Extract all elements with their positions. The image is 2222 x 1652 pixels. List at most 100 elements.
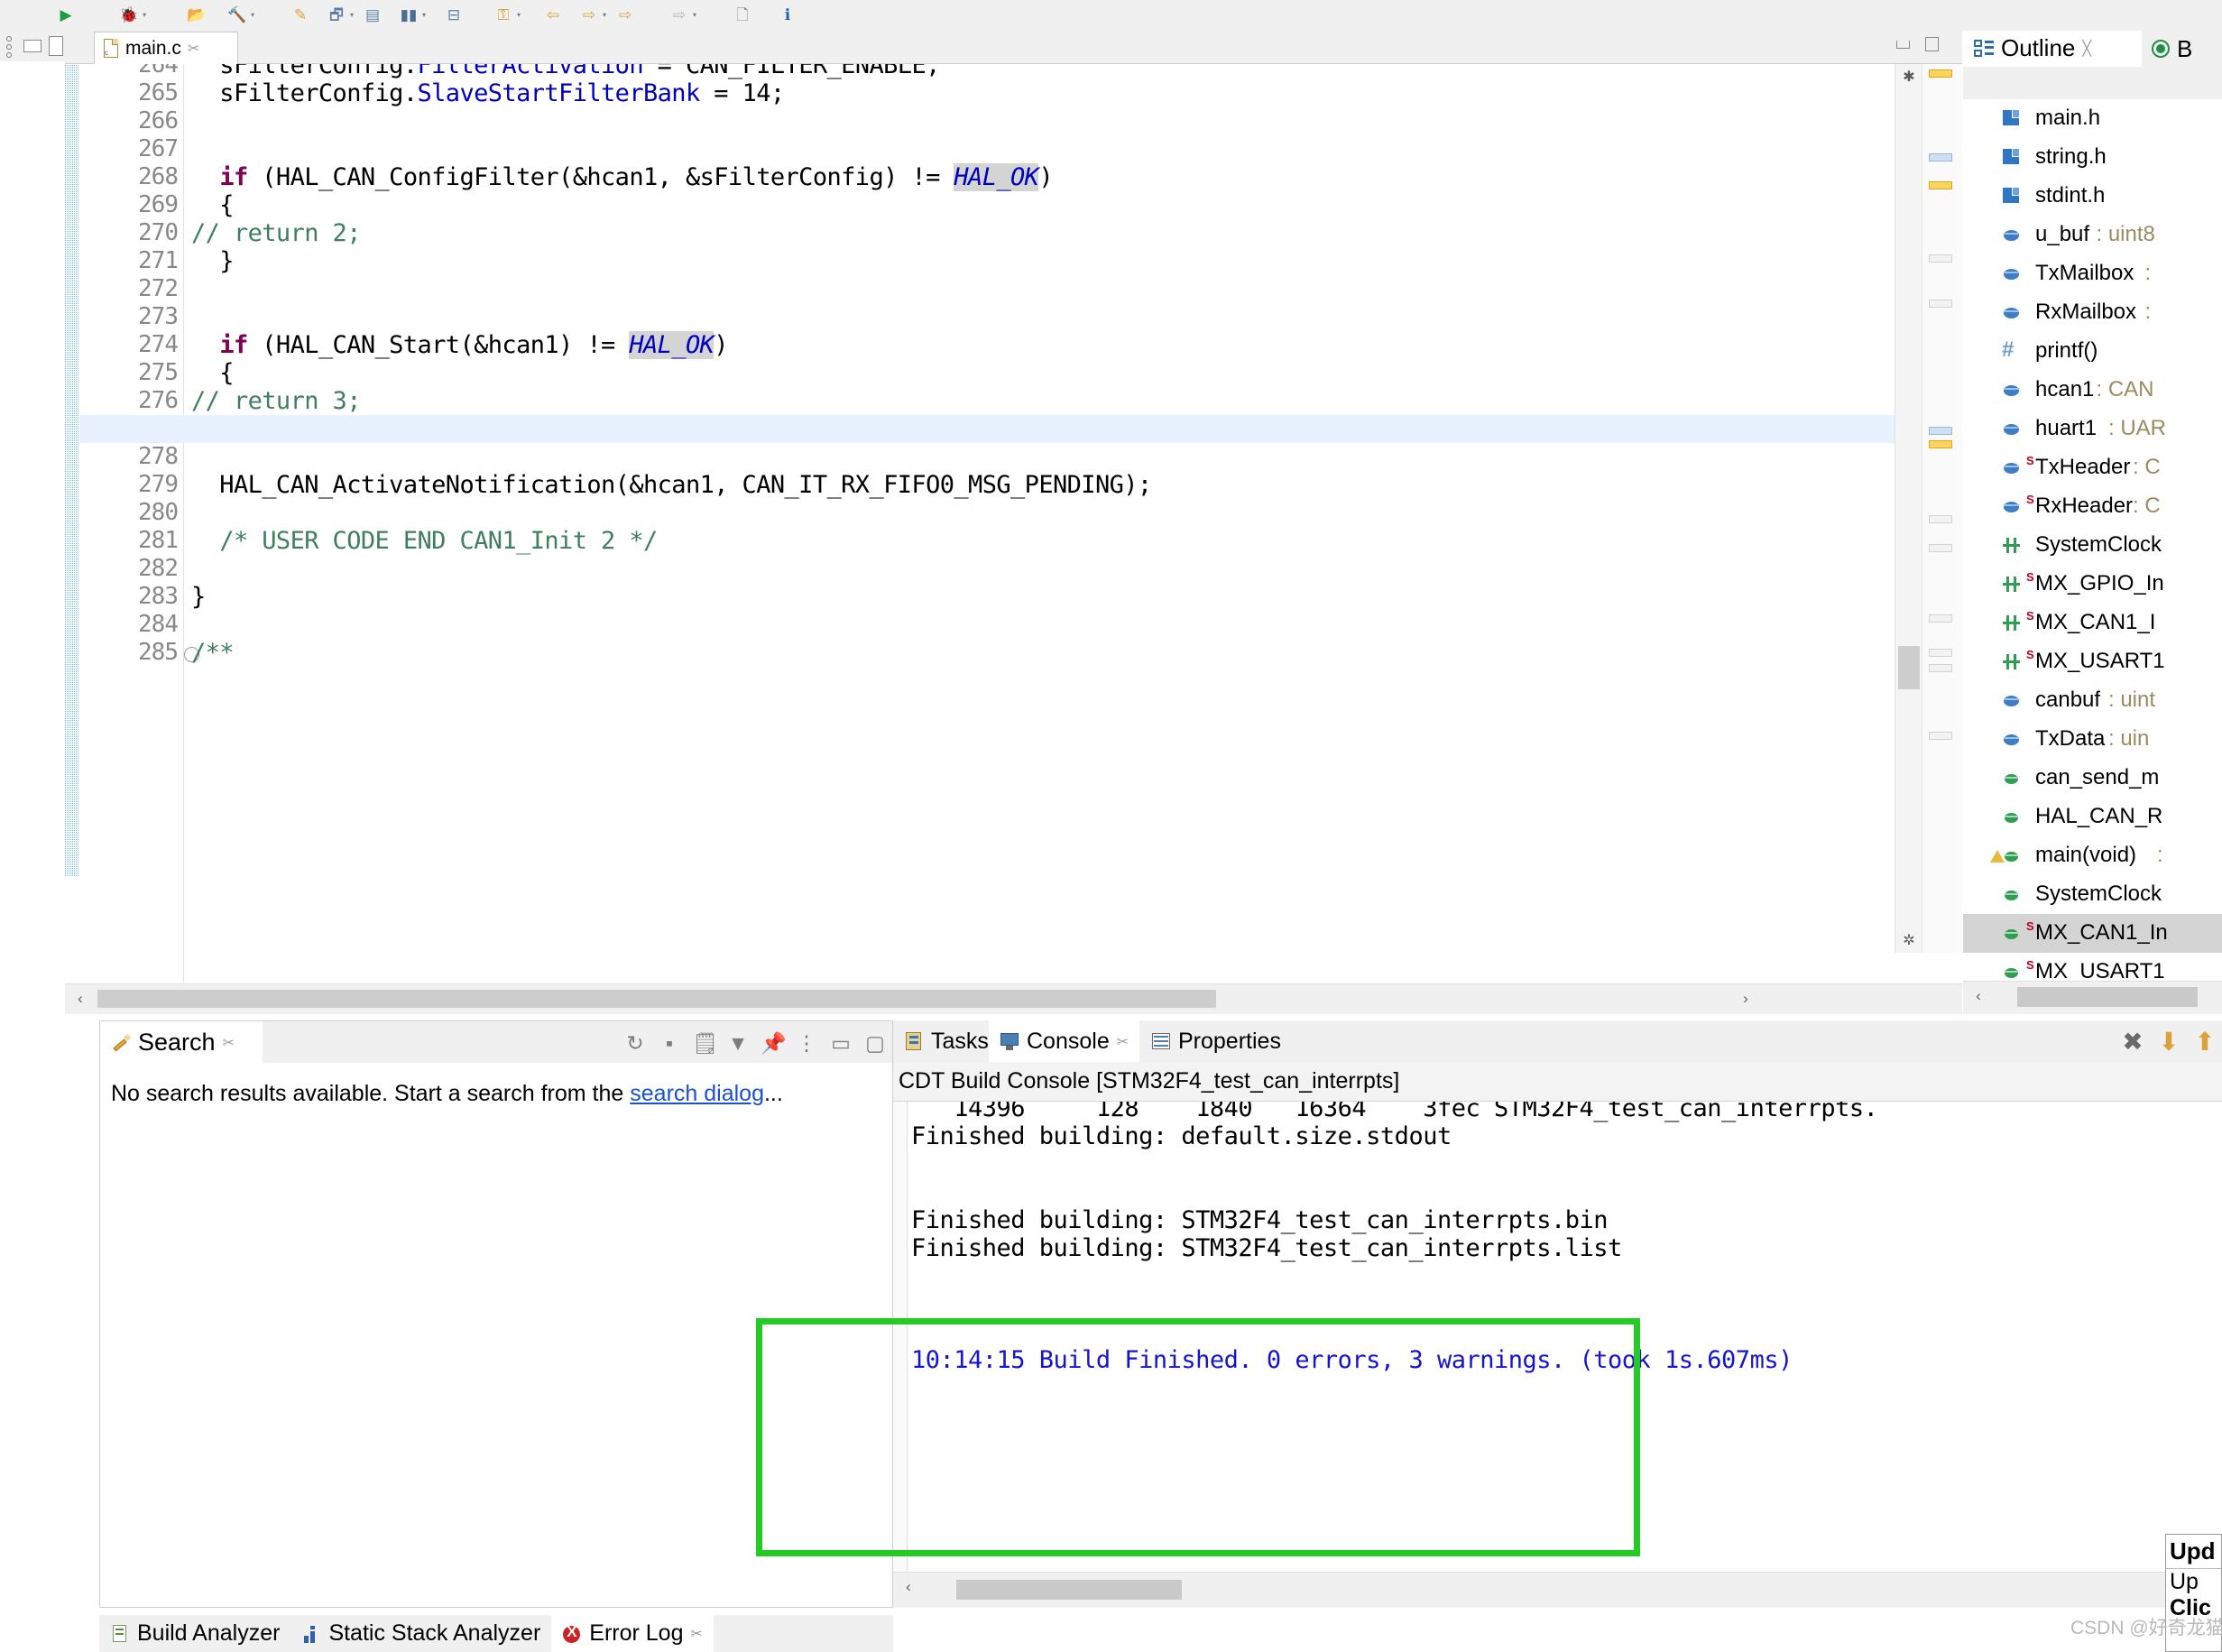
code-line[interactable]: // return 3;	[191, 387, 361, 415]
outline-item[interactable]: SystemClock	[1963, 875, 2222, 914]
scroll-lock-up-icon[interactable]: ⬆	[2191, 1027, 2218, 1057]
editor-overview-ruler[interactable]	[1922, 64, 1962, 953]
open-folder-icon[interactable]: 📂	[185, 2, 208, 27]
code-text[interactable]: sFilterConfig.FilterActivation = CAN_FIL…	[191, 64, 1959, 984]
outline-item[interactable]: TxMailbox :	[1963, 254, 2222, 293]
code-viewport[interactable]: 264 265 266 267 268 269 270 271 272 273 274 275 276 2…	[65, 64, 1962, 984]
toolbar-dropdown-arrow-icon[interactable]: ▾	[693, 11, 701, 19]
outline-item[interactable]: can_send_m	[1963, 759, 2222, 798]
toolbar-dropdown-arrow-icon[interactable]: ▾	[350, 11, 358, 19]
run-icon[interactable]: ▶	[54, 2, 78, 27]
tab-console[interactable]: Console ✂	[989, 1020, 1140, 1062]
close-icon[interactable]: ✂	[188, 40, 199, 57]
outline-toolbar[interactable]	[1963, 67, 2222, 100]
outline-item[interactable]: S TxHeader : C	[1963, 448, 2222, 487]
ruler-marker-occ[interactable]	[1929, 427, 1952, 435]
outline-item[interactable]: canbuf : uint	[1963, 681, 2222, 720]
code-line[interactable]: sFilterConfig.SlaveStartFilterBank = 14;	[191, 79, 785, 107]
tab-properties[interactable]: Properties	[1140, 1020, 1292, 1062]
outline-item[interactable]: hcan1 : CAN	[1963, 371, 2222, 410]
ruler-marker-warn[interactable]	[1929, 440, 1952, 448]
outline-item[interactable]: HAL_CAN_R	[1963, 798, 2222, 836]
key-icon[interactable]: ⚿	[492, 2, 515, 27]
tab-search[interactable]: Search ✂	[100, 1021, 263, 1063]
tab-tasks[interactable]: Tasks	[893, 1020, 1000, 1062]
outline-item[interactable]: TxData : uin	[1963, 720, 2222, 759]
remove-match-icon[interactable]: 🗒	[692, 1031, 718, 1056]
outline-item[interactable]: S MX_USART1	[1963, 953, 2222, 982]
outline-item[interactable]: u_buf : uint8	[1963, 216, 2222, 254]
ruler-marker-gray[interactable]	[1929, 544, 1952, 552]
close-icon[interactable]: ✂	[223, 1034, 235, 1051]
stop-icon[interactable]: ▪	[658, 1031, 681, 1056]
minimize-icon[interactable]: ▭	[829, 1031, 853, 1056]
scroll-lock-down-icon[interactable]: ⬇	[2155, 1027, 2182, 1057]
outline-item[interactable]: main.h	[1963, 99, 2222, 138]
outline-icon[interactable]: ⊟	[442, 2, 466, 27]
tab-build-analyzer[interactable]: Build Analyzer	[99, 1615, 290, 1652]
editor-tab-main-c[interactable]: c main.c ✂	[94, 32, 238, 64]
outline-item[interactable]: huart1 : UAR	[1963, 410, 2222, 448]
code-line[interactable]: if (HAL_CAN_Start(&hcan1) != HAL_OK)	[191, 331, 729, 359]
tab-build-targets[interactable]: B	[2142, 31, 2192, 67]
info-icon[interactable]: ℹ	[776, 2, 799, 27]
search-toolbar[interactable]: ↻ ▪ 🗒 ▼ 📌 ⋮ ▭ ▢	[623, 1026, 887, 1060]
next-arrow-icon[interactable]: ⇨	[613, 2, 637, 27]
tab-static-stack-analyzer[interactable]: Static Stack Analyzer	[290, 1615, 551, 1652]
disabled-arrow-icon[interactable]: ⇨	[668, 2, 691, 27]
new-window-icon[interactable]: 🗗	[325, 2, 348, 27]
console-toolbar[interactable]: ✖ ⬇ ⬆	[2119, 1024, 2218, 1058]
outline-list[interactable]: main.h string.h stdint.h u_buf : uint8 TxMai…	[1963, 99, 2222, 982]
toolbar-dropdown-arrow-icon[interactable]: ▾	[517, 11, 525, 19]
ruler-marker-occ[interactable]	[1929, 153, 1952, 162]
outline-item[interactable]: S MX_CAN1_In	[1963, 914, 2222, 953]
editor-hscroll-thumb[interactable]	[97, 990, 1216, 1008]
console-hscroll-thumb[interactable]	[956, 1580, 1182, 1600]
outline-item[interactable]: S MX_USART1	[1963, 642, 2222, 681]
close-icon[interactable]: ╳	[2082, 40, 2091, 57]
ruler-marker-gray[interactable]	[1929, 614, 1952, 623]
pin-search-icon[interactable]: 📌	[761, 1031, 787, 1056]
ruler-marker-warn[interactable]	[1929, 181, 1952, 189]
maximize-view-icon[interactable]	[49, 36, 63, 56]
minimize-icon[interactable]	[1894, 36, 1913, 52]
new-file-icon[interactable]: 🗋	[731, 2, 754, 27]
console-horizontal-scrollbar[interactable]: ‹	[893, 1572, 2222, 1608]
code-line[interactable]: // return 2;	[191, 219, 361, 247]
console-scroll-left-icon[interactable]: ‹	[897, 1575, 920, 1599]
debug-icon[interactable]: 🐞	[117, 2, 141, 27]
outline-item[interactable]: SystemClock	[1963, 526, 2222, 565]
code-line[interactable]: /**	[191, 639, 235, 667]
bottom-tab-strip[interactable]: Build Analyzer Static Stack Analyzer X Erro…	[99, 1615, 893, 1652]
code-line[interactable]: {	[191, 359, 234, 387]
outline-item[interactable]: RxMailbox :	[1963, 293, 2222, 332]
scroll-right-icon[interactable]: ›	[1734, 987, 1757, 1011]
scroll-down-icon[interactable]: ✲	[1898, 929, 1920, 951]
outline-item[interactable]: # printf()	[1963, 332, 2222, 371]
editor-horizontal-scrollbar[interactable]: ‹ ›	[65, 983, 1962, 1014]
ruler-marker-gray[interactable]	[1929, 649, 1952, 657]
outline-item[interactable]: S MX_CAN1_I	[1963, 604, 2222, 642]
code-line[interactable]: /* USER CODE END CAN1_Init 2 */	[191, 527, 658, 555]
scroll-left-icon[interactable]: ‹	[69, 987, 92, 1011]
close-icon[interactable]: ✂	[1117, 1033, 1129, 1050]
code-line[interactable]: {	[191, 191, 234, 219]
clear-console-icon[interactable]: ✖	[2119, 1027, 2146, 1057]
outline-scroll-left-icon[interactable]: ‹	[1967, 984, 1990, 1008]
toolbar-dropdown-arrow-icon[interactable]: ▾	[603, 11, 611, 19]
toolbar-dropdown-arrow-icon[interactable]: ▾	[143, 11, 151, 19]
code-line[interactable]: sFilterConfig.FilterActivation = CAN_FIL…	[191, 64, 940, 79]
pause-icon[interactable]: ▮▮	[397, 2, 420, 27]
editor-vertical-scrollbar[interactable]: ✱ ✲	[1895, 64, 1922, 953]
scroll-up-icon[interactable]: ✱	[1898, 66, 1920, 88]
restore-view-icon[interactable]	[23, 40, 41, 52]
outline-horizontal-scrollbar[interactable]: ‹	[1963, 981, 2222, 1014]
toggle-block-icon[interactable]: ▤	[361, 2, 384, 27]
ruler-marker-gray[interactable]	[1929, 254, 1952, 263]
tab-error-log[interactable]: X Error Log ✂	[551, 1615, 714, 1652]
close-icon[interactable]: ✂	[690, 1625, 702, 1642]
toolbar-dropdown-arrow-icon[interactable]: ▾	[422, 11, 430, 19]
outline-item[interactable]: S RxHeader : C	[1963, 487, 2222, 526]
ruler-marker-gray[interactable]	[1929, 664, 1952, 672]
console-output[interactable]: 14396 128 1840 16364 3fec STM32F4_test_c…	[893, 1102, 2222, 1573]
